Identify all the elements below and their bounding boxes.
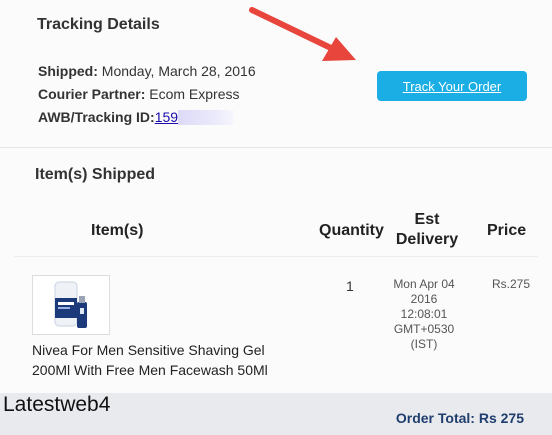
price-column-header: Price [487,222,527,239]
delivery-line: Mon Apr 04 [393,277,455,291]
section-divider [0,147,552,148]
redaction-mask [178,110,235,125]
est-delivery-line2: Delivery [395,231,459,248]
courier-line: Courier Partner: Ecom Express [38,86,240,102]
product-name[interactable]: Nivea For Men Sensitive Shaving Gel 200M… [32,340,272,380]
awb-label: AWB/Tracking ID: [38,109,155,125]
items-shipped-title: Item(s) Shipped [35,166,156,183]
courier-value: Ecom Express [149,86,240,102]
product-price: Rs.275 [492,277,531,291]
est-delivery-line1: Est [414,211,440,228]
shaving-gel-product-icon [54,281,87,328]
table-header-divider [14,256,538,257]
product-quantity: 1 [346,278,354,294]
delivery-line: 2016 [410,292,438,306]
delivery-line: (IST) [410,337,438,351]
watermark-text: Latestweb4 [3,393,111,416]
delivery-line: 12:08:01 [400,307,448,321]
red-arrow-icon [249,7,356,61]
courier-label: Courier Partner: [38,86,146,102]
awb-line: AWB/Tracking ID:159 [38,109,235,125]
order-total: Order Total: Rs 275 [395,410,524,426]
product-thumbnail[interactable] [32,275,110,335]
awb-tracking-link[interactable]: 159 [155,109,178,125]
product-est-delivery: Mon Apr 04 2016 12:08:01 GMT+0530 (IST) [386,277,462,352]
items-column-header: Item(s) [91,222,144,239]
product-name-line1: Nivea For Men Sensitive Shaving Gel [32,342,265,358]
est-delivery-column-header: Est Delivery [392,210,462,250]
delivery-line: GMT+0530 [393,322,455,336]
product-name-line2: 200Ml With Free Men Facewash 50Ml [32,362,268,378]
quantity-column-header: Quantity [319,222,384,239]
